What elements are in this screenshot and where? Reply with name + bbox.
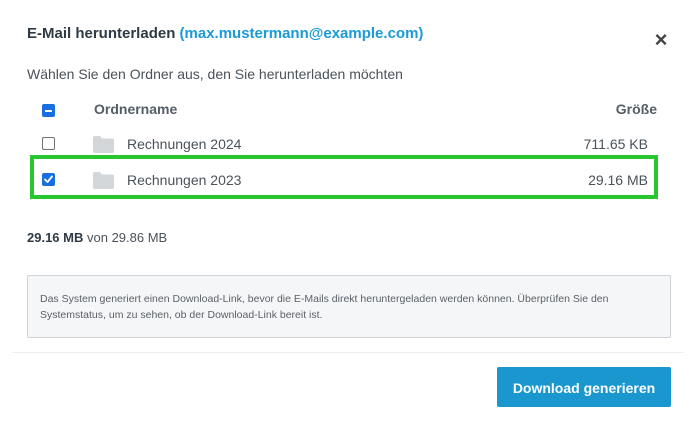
footer-divider — [12, 352, 684, 353]
total-size: von 29.86 MB — [87, 230, 168, 245]
dialog-title-email: (max.mustermann@example.com) — [179, 25, 424, 42]
download-email-dialog: E-Mail herunterladen (max.mustermann@exa… — [0, 0, 696, 429]
selection-summary: 29.16 MB von 29.86 MB — [27, 230, 167, 245]
header-size: Größe — [615, 101, 657, 117]
select-all-checkbox[interactable] — [42, 104, 55, 117]
table-header: Ordnername Größe — [27, 100, 657, 120]
dialog-subtitle: Wählen Sie den Ordner aus, den Sie herun… — [27, 66, 403, 82]
info-notice: Das System generiert einen Download-Link… — [27, 275, 671, 338]
dialog-title-text: E-Mail herunterladen — [27, 25, 176, 42]
header-folder-name: Ordnername — [94, 101, 178, 117]
close-icon[interactable]: × — [651, 29, 671, 51]
selection-highlight — [30, 155, 658, 199]
row-folder-size: 711.65 KB — [583, 136, 648, 152]
folder-icon — [93, 136, 114, 156]
dialog-title: E-Mail herunterladen (max.mustermann@exa… — [27, 25, 423, 42]
row-folder-name: Rechnungen 2024 — [127, 136, 242, 152]
generate-download-button[interactable]: Download generieren — [497, 367, 671, 407]
selected-size: 29.16 MB — [27, 230, 84, 245]
table-row[interactable]: Rechnungen 2024 711.65 KB — [27, 130, 657, 158]
row-checkbox[interactable] — [42, 137, 55, 150]
